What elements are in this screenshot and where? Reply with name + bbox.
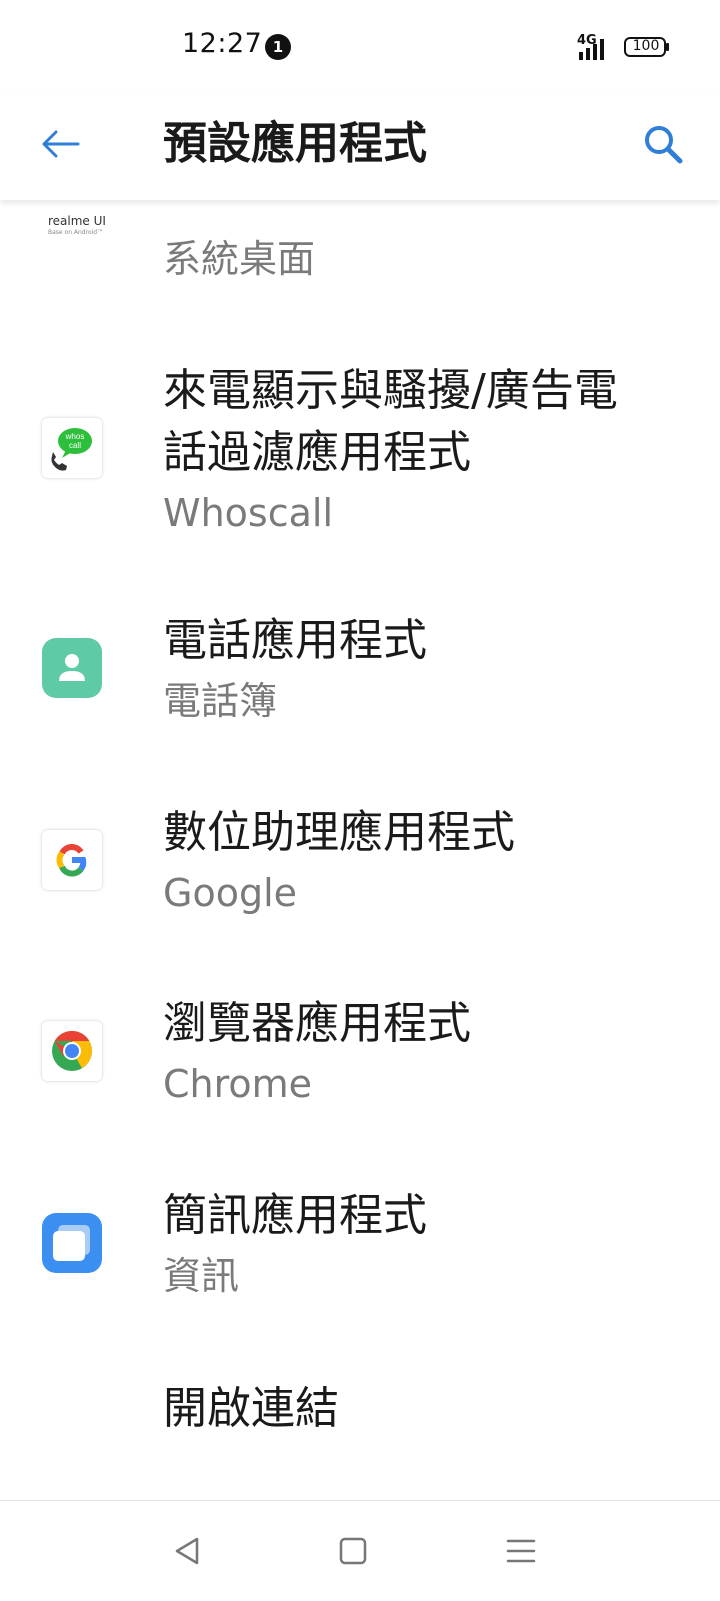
nav-home-button[interactable]	[331, 1529, 375, 1573]
list-item-assistant-app[interactable]: 數位助理應用程式 Google	[0, 802, 720, 932]
search-icon	[645, 126, 683, 164]
google-app-icon	[42, 830, 102, 890]
list-item-subtitle: 電話簿	[163, 679, 278, 723]
back-arrow-icon	[42, 130, 80, 158]
navigation-bar	[0, 1500, 720, 1601]
list-item-browser-app[interactable]: 瀏覽器應用程式 Chrome	[0, 993, 720, 1123]
back-button[interactable]	[30, 114, 90, 174]
list-item-subtitle: Chrome	[163, 1062, 313, 1106]
realme-logo-subtext: Base on Android™	[48, 229, 104, 236]
messages-icon	[42, 1213, 102, 1273]
contacts-icon	[42, 638, 102, 698]
list-item-title: 簡訊應用程式	[163, 1190, 427, 1241]
svg-text:call: call	[69, 441, 81, 450]
signal-icon	[579, 39, 604, 60]
list-item-open-links[interactable]: 開啟連結	[0, 1378, 720, 1458]
list-item-title: 開啟連結	[163, 1383, 339, 1434]
chrome-icon	[52, 1031, 92, 1071]
list-item-title: 電話應用程式	[163, 615, 427, 666]
battery-level: 100	[632, 38, 660, 54]
list-item-sms-app[interactable]: 簡訊應用程式 資訊	[0, 1185, 720, 1315]
nav-recents-button[interactable]	[499, 1529, 543, 1573]
status-time: 12:27	[182, 28, 263, 59]
list-item-title-line1: 來電顯示與騷擾/廣告電	[163, 365, 618, 416]
google-icon	[56, 844, 87, 877]
realme-logo-text: realme UI	[48, 214, 106, 228]
messages-app-icon	[42, 1213, 102, 1273]
contacts-app-icon	[42, 638, 102, 698]
square-home-icon	[339, 1537, 367, 1565]
notification-badge: 1	[265, 34, 291, 60]
list-item-home-app[interactable]: realme UI Base on Android™ 系統桌面	[0, 200, 720, 320]
app-bar: 預設應用程式	[0, 92, 720, 200]
whoscall-app-icon: whos call	[42, 418, 102, 478]
list-item-title: 數位助理應用程式	[163, 807, 515, 858]
page-title: 預設應用程式	[163, 118, 427, 169]
list-item-title: 瀏覽器應用程式	[163, 998, 471, 1049]
whoscall-icon: whos call	[51, 428, 92, 471]
status-bar: 12:27 1 4G 100	[0, 0, 720, 92]
list-item-caller-id-app[interactable]: whos call 來電顯示與騷擾/廣告電 話過濾應用程式 Whoscall	[0, 360, 720, 540]
nav-back-button[interactable]	[165, 1529, 209, 1573]
realme-ui-logo: realme UI Base on Android™	[48, 214, 106, 236]
default-apps-list: realme UI Base on Android™ 系統桌面 whos cal…	[0, 200, 720, 1500]
search-button[interactable]	[633, 114, 693, 174]
list-item-phone-app[interactable]: 電話應用程式 電話簿	[0, 610, 720, 740]
list-item-subtitle: 資訊	[163, 1254, 240, 1298]
list-item-subtitle: Whoscall	[163, 491, 333, 535]
list-item-subtitle: Google	[163, 871, 298, 915]
svg-text:whos: whos	[65, 432, 85, 441]
chrome-app-icon	[42, 1021, 102, 1081]
menu-recents-icon	[506, 1539, 536, 1563]
list-item-title-line2: 話過濾應用程式	[163, 427, 471, 478]
list-item-subtitle: 系統桌面	[163, 237, 316, 281]
triangle-back-icon	[175, 1537, 199, 1565]
